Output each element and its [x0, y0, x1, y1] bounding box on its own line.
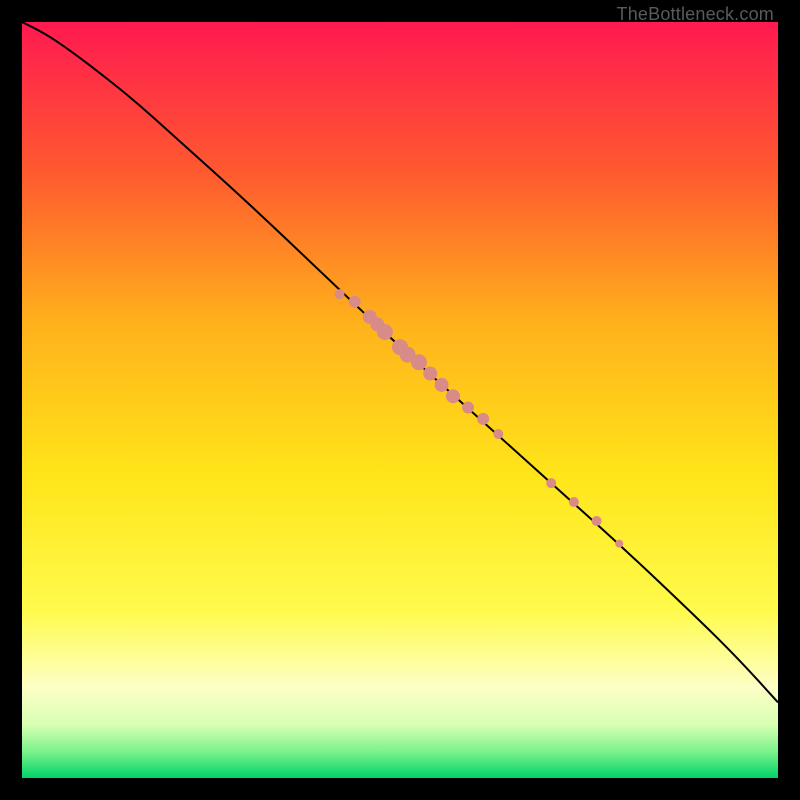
- chart-svg: [22, 22, 778, 778]
- scatter-dot: [546, 478, 556, 488]
- scatter-dot: [446, 389, 460, 403]
- scatter-dot: [592, 516, 602, 526]
- scatter-dot: [462, 402, 474, 414]
- watermark-text: TheBottleneck.com: [617, 4, 774, 25]
- chart-background: [22, 22, 778, 778]
- scatter-dot: [615, 540, 623, 548]
- chart-frame: [22, 22, 778, 778]
- scatter-dot: [411, 354, 427, 370]
- scatter-dot: [569, 497, 579, 507]
- scatter-dot: [423, 367, 437, 381]
- scatter-dot: [435, 378, 449, 392]
- scatter-dot: [335, 289, 345, 299]
- scatter-dot: [377, 324, 393, 340]
- scatter-dot: [349, 296, 361, 308]
- scatter-dot: [477, 413, 489, 425]
- scatter-dot: [493, 429, 503, 439]
